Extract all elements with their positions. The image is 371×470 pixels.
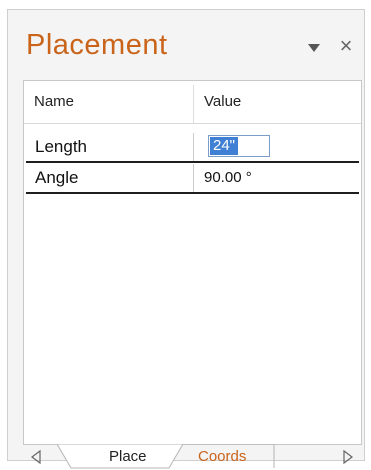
tab-coords[interactable]: Coords <box>183 444 275 469</box>
angle-value[interactable]: 90.00 ° <box>204 169 252 186</box>
tab-place-label: Place <box>109 448 147 465</box>
column-divider[interactable] <box>193 85 194 123</box>
length-value-input[interactable]: 24" <box>208 135 270 157</box>
grid-row-length[interactable]: Length 24" <box>26 133 359 161</box>
tab-coords-label: Coords <box>198 448 247 465</box>
grid-header: Name Value <box>24 81 361 124</box>
grid-row-angle[interactable]: Angle 90.00 ° <box>26 164 359 192</box>
row-name: Angle <box>35 168 79 187</box>
column-header-value[interactable]: Value <box>204 93 241 110</box>
dropdown-icon[interactable] <box>306 41 322 55</box>
property-grid: Name Value Length 24" Angle 90.00 ° <box>23 80 362 445</box>
column-header-name[interactable]: Name <box>34 93 74 110</box>
selected-text: 24" <box>210 137 239 155</box>
row-separator <box>26 161 359 163</box>
row-name: Length <box>35 137 87 156</box>
cell-divider <box>193 164 194 192</box>
tab-place[interactable]: Place <box>57 444 187 469</box>
scroll-left-icon[interactable] <box>29 449 43 465</box>
close-icon[interactable]: × <box>336 35 356 57</box>
scroll-right-icon[interactable] <box>341 449 355 465</box>
row-separator <box>26 192 359 194</box>
tab-bar: Place Coords <box>23 444 362 469</box>
panel-title: Placement <box>26 29 168 61</box>
cell-divider <box>193 133 194 161</box>
placement-panel: Placement × Name Value Length 24" Angle … <box>7 9 365 469</box>
